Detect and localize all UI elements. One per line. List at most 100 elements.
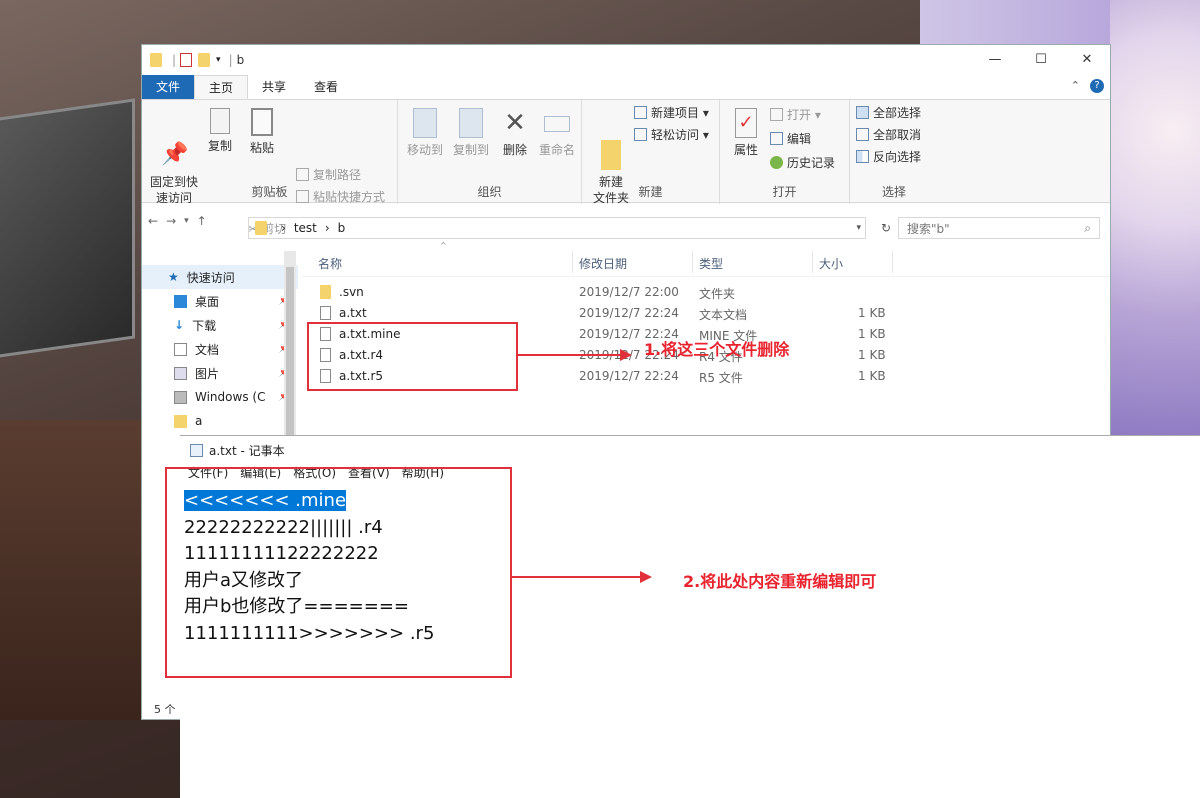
nav-desktop[interactable]: 桌面📌 [142,289,298,313]
edit-icon [770,132,783,145]
annotation-step-2: 2.将此处内容重新编辑即可 [683,572,877,591]
easy-access-button[interactable]: 轻松访问 ▾ [634,126,709,143]
close-button[interactable]: ✕ [1064,45,1110,75]
nav-windows-drive[interactable]: Windows (C📌 [142,385,298,409]
address-dropdown-icon[interactable]: ▾ [856,223,861,233]
history-button[interactable]: 历史记录 [770,154,835,171]
copy-icon [210,108,230,134]
column-type[interactable]: 类型 [699,255,723,272]
folder-icon [320,285,331,299]
text-file-icon [320,306,331,320]
copy-button[interactable]: 复制 [204,108,236,154]
star-icon: ★ [168,270,179,284]
tab-file[interactable]: 文件 [142,75,195,99]
breadcrumb-separator: › [281,221,286,235]
invert-selection-icon [856,150,869,163]
separator: | [228,53,233,67]
folder-icon [255,221,267,235]
quick-access-dropdown-icon[interactable]: ▾ [216,55,221,65]
new-folder-icon[interactable] [198,53,211,67]
copy-path-icon [296,168,309,181]
file-type: R5 文件 [699,371,743,385]
notepad-title: a.txt - 记事本 [209,443,285,458]
new-item-button[interactable]: 新建项目 ▾ [634,104,709,121]
tab-view[interactable]: 查看 [300,75,352,99]
notepad-titlebar: a.txt - 记事本 [180,436,1200,464]
ribbon-controls: ⌃ ? [1071,79,1104,93]
organize-group-label: 组织 [477,185,502,199]
clipboard-group: 📌 固定到快 速访问 复制 粘贴 复制路径 粘贴快捷方式 ✂ 剪切 剪贴板 [142,100,398,236]
open-button[interactable]: 打开 ▾ [770,106,821,123]
nav-quick-access[interactable]: ★ 快速访问 [142,265,298,289]
select-all-button[interactable]: 全部选择 [856,104,921,121]
copy-to-button[interactable]: 复制到 [450,108,492,158]
paste-icon [251,108,273,136]
copy-to-icon [459,108,483,138]
organize-group: 移动到 复制到 ✕ 删除 重命名 组织 [398,100,582,204]
address-bar[interactable]: › test › b ↻ ▾ [248,217,891,239]
refresh-icon[interactable]: ↻ [881,221,891,235]
annotation-step-1: 1.将这三个文件删除 [644,340,790,359]
desktop-icon [174,294,187,308]
file-size: 1 KB [858,348,886,362]
new-folder-button[interactable]: 新建 文件夹 [588,108,634,222]
select-none-icon [856,128,869,141]
copy-path-button[interactable]: 复制路径 [296,166,361,183]
breadcrumb-b[interactable]: b [338,221,346,235]
drive-icon [174,390,187,404]
nav-folder-a[interactable]: a [142,409,298,433]
picture-icon [174,366,187,380]
file-date: 2019/12/7 22:24 [579,306,679,320]
minimize-button[interactable]: — [972,45,1018,75]
breadcrumb-test[interactable]: test [294,221,317,235]
move-to-icon [413,108,437,138]
edit-button[interactable]: 编辑 [770,130,811,147]
file-row[interactable]: a.txt 2019/12/7 22:24 文本文档 1 KB [302,303,1110,324]
file-row[interactable]: .svn 2019/12/7 22:00 文件夹 [302,282,1110,303]
column-divider [812,251,813,273]
file-date: 2019/12/7 22:24 [579,369,679,383]
properties-icon: ✓ [735,108,757,138]
annotation-arrow-2 [512,576,642,578]
search-input[interactable]: 搜索"b" ⌕ [898,217,1100,239]
column-divider [892,251,893,273]
properties-check-icon[interactable] [180,53,193,67]
column-divider [572,251,573,273]
move-to-button[interactable]: 移动到 [404,108,446,158]
select-group: 全部选择 全部取消 反向选择 选择 [850,100,938,204]
maximize-button[interactable]: ☐ [1018,45,1064,75]
select-none-button[interactable]: 全部取消 [856,126,921,143]
column-name[interactable]: 名称 [318,255,342,272]
sort-up-icon: ^ [440,241,447,250]
document-icon [174,342,187,356]
help-icon[interactable]: ? [1090,79,1104,93]
tab-share[interactable]: 共享 [248,75,300,99]
open-group: ✓ 属性 打开 ▾ 编辑 历史记录 打开 [720,100,850,204]
rename-button[interactable]: 重命名 [536,108,578,158]
ribbon-tabs: 文件 主页 共享 查看 ⌃ ? [142,75,1110,99]
nav-pictures[interactable]: 图片📌 [142,361,298,385]
ribbon: 📌 固定到快 速访问 复制 粘贴 复制路径 粘贴快捷方式 ✂ 剪切 剪贴板 移动到 [142,99,1110,236]
column-date[interactable]: 修改日期 [579,255,627,272]
download-icon: ↓ [174,318,185,332]
tab-home[interactable]: 主页 [194,75,249,99]
annotation-arrowhead-2 [640,571,652,583]
file-date: 2019/12/7 22:00 [579,285,679,299]
properties-button[interactable]: ✓ 属性 [728,108,764,158]
pin-quick-access-button[interactable]: 📌 固定到快 速访问 [148,108,200,222]
pin-icon: 📌 [161,142,189,167]
nav-downloads[interactable]: ↓下载📌 [142,313,298,337]
annotation-box-content [165,467,512,678]
wallpaper-desk [0,420,145,720]
delete-button[interactable]: ✕ 删除 [500,108,530,158]
file-name: .svn [339,285,364,299]
collapse-ribbon-icon[interactable]: ⌃ [1071,79,1080,93]
nav-documents[interactable]: 文档📌 [142,337,298,361]
column-size[interactable]: 大小 [819,255,843,272]
file-type: 文本文档 [699,308,748,322]
paste-button[interactable]: 粘贴 [246,108,278,156]
new-folder-icon [601,140,621,170]
invert-selection-button[interactable]: 反向选择 [856,148,921,165]
file-type: 文件夹 [699,287,736,301]
rename-icon [544,116,570,132]
